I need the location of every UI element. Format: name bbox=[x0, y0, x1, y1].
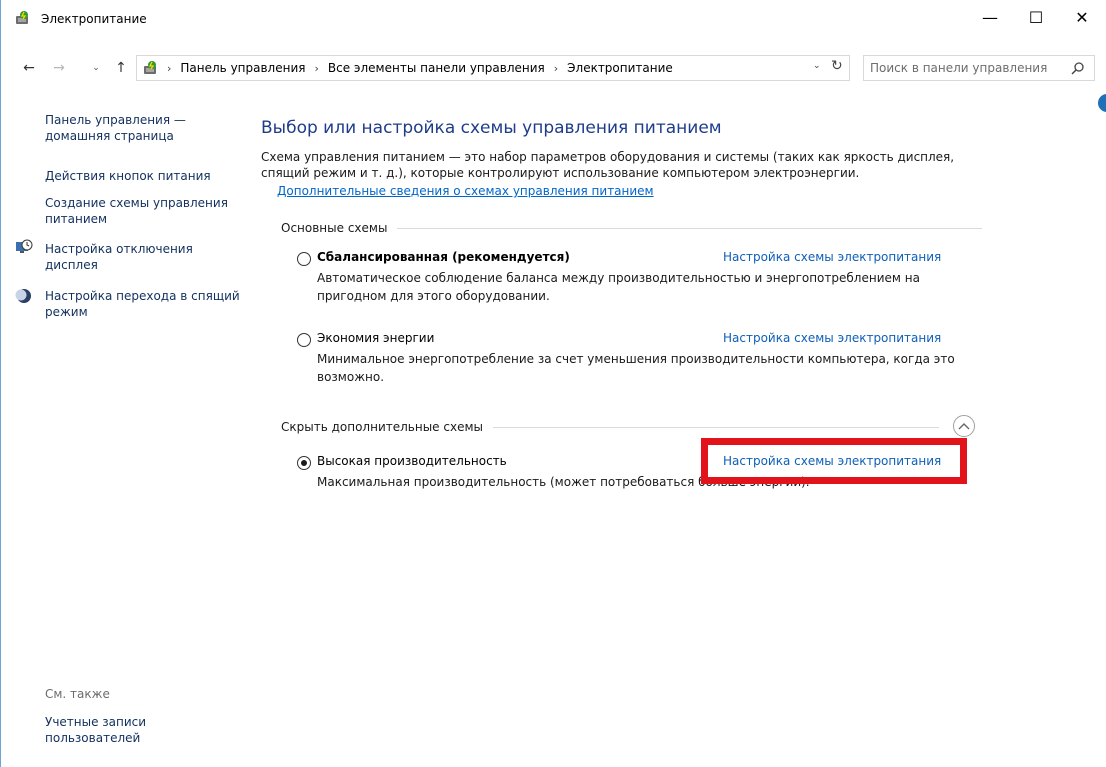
breadcrumb-all-items[interactable]: Все элементы панели управления bbox=[328, 61, 545, 75]
scheme-name[interactable]: Высокая производительность bbox=[317, 454, 507, 468]
power-options-window: Электропитание — ☐ ✕ ← → ⌄ ↑ › Панель уп… bbox=[0, 0, 1106, 767]
sidebar-item-display-off[interactable]: Настройка отключения дисплея bbox=[45, 241, 241, 273]
recent-locations-button[interactable]: ⌄ bbox=[89, 58, 103, 78]
breadcrumb-power-options[interactable]: Электропитание bbox=[567, 61, 673, 75]
sidebar: Панель управления — домашняя страница Де… bbox=[1, 100, 246, 760]
search-input[interactable] bbox=[870, 59, 1066, 77]
power-options-icon bbox=[16, 11, 28, 24]
forward-button[interactable]: → bbox=[49, 58, 69, 78]
search-icon[interactable] bbox=[1070, 61, 1086, 77]
help-icon[interactable] bbox=[1098, 94, 1106, 112]
scheme-name[interactable]: Сбалансированная (рекомендуется) bbox=[317, 250, 570, 264]
maximize-button[interactable]: ☐ bbox=[1013, 0, 1059, 34]
scheme-description: Автоматическое соблюдение баланса между … bbox=[317, 271, 920, 303]
close-button[interactable]: ✕ bbox=[1059, 0, 1105, 34]
scheme-power-saver: Экономия энергии Настройка схемы электро… bbox=[297, 331, 957, 391]
scheme-description: Минимальное энергопотребление за счет ум… bbox=[317, 352, 955, 384]
monitor-clock-icon bbox=[16, 239, 33, 253]
sidebar-item-power-buttons[interactable]: Действия кнопок питания bbox=[45, 168, 241, 184]
minimize-button[interactable]: — bbox=[967, 0, 1013, 34]
breadcrumb-separator-icon[interactable]: › bbox=[554, 62, 558, 75]
moon-icon bbox=[15, 289, 31, 303]
primary-schemes-heading: Основные схемы bbox=[281, 221, 388, 235]
title-bar: Электропитание — ☐ ✕ bbox=[1, 0, 1106, 34]
more-info-link[interactable]: Дополнительные сведения о схемах управле… bbox=[277, 184, 654, 198]
sidebar-home-link[interactable]: Панель управления — домашняя страница bbox=[45, 112, 241, 144]
window-title: Электропитание bbox=[41, 12, 147, 26]
control-panel-icon bbox=[144, 61, 156, 74]
scheme-radio-power-saver[interactable] bbox=[297, 333, 311, 347]
primary-schemes-group: Основные схемы bbox=[281, 221, 983, 235]
scheme-radio-high-performance[interactable] bbox=[297, 456, 311, 470]
scheme-balanced: Сбалансированная (рекомендуется) Настрой… bbox=[297, 250, 957, 310]
sidebar-item-sleep[interactable]: Настройка перехода в спящий режим bbox=[45, 288, 241, 320]
sidebar-item-user-accounts[interactable]: Учетные записи пользователей bbox=[45, 714, 185, 746]
hidden-schemes-heading[interactable]: Скрыть дополнительные схемы bbox=[281, 420, 483, 434]
breadcrumb-separator-icon[interactable]: › bbox=[167, 62, 171, 75]
scheme-name[interactable]: Экономия энергии bbox=[317, 331, 434, 345]
scheme-settings-link-balanced[interactable]: Настройка схемы электропитания bbox=[723, 250, 941, 264]
breadcrumb-control-panel[interactable]: Панель управления bbox=[180, 61, 305, 75]
page-title: Выбор или настройка схемы управления пит… bbox=[261, 118, 722, 138]
group-divider bbox=[397, 227, 983, 229]
page-description: Схема управления питанием — это набор па… bbox=[261, 150, 955, 180]
scheme-settings-link-power-saver[interactable]: Настройка схемы электропитания bbox=[723, 331, 941, 345]
group-divider bbox=[492, 426, 939, 428]
back-button[interactable]: ← bbox=[19, 58, 39, 78]
refresh-icon[interactable]: ↻ bbox=[831, 58, 843, 74]
up-button[interactable]: ↑ bbox=[113, 58, 129, 78]
scheme-radio-balanced[interactable] bbox=[297, 252, 311, 266]
see-also-heading: См. также bbox=[45, 687, 110, 701]
breadcrumb: › Панель управления › Все элементы панел… bbox=[167, 61, 673, 75]
address-dropdown-icon[interactable]: ⌄ bbox=[813, 61, 821, 71]
hidden-schemes-group: Скрыть дополнительные схемы bbox=[281, 420, 939, 434]
highlight-annotation bbox=[701, 438, 967, 484]
breadcrumb-separator-icon[interactable]: › bbox=[314, 62, 318, 75]
collapse-chevron-up-icon[interactable] bbox=[953, 415, 975, 437]
address-bar[interactable]: › Панель управления › Все элементы панел… bbox=[136, 55, 850, 81]
sidebar-item-create-plan[interactable]: Создание схемы управления питанием bbox=[45, 195, 241, 227]
search-box[interactable] bbox=[863, 55, 1095, 81]
navigation-bar: ← → ⌄ ↑ › Панель управления › Все элемен… bbox=[1, 52, 1106, 84]
